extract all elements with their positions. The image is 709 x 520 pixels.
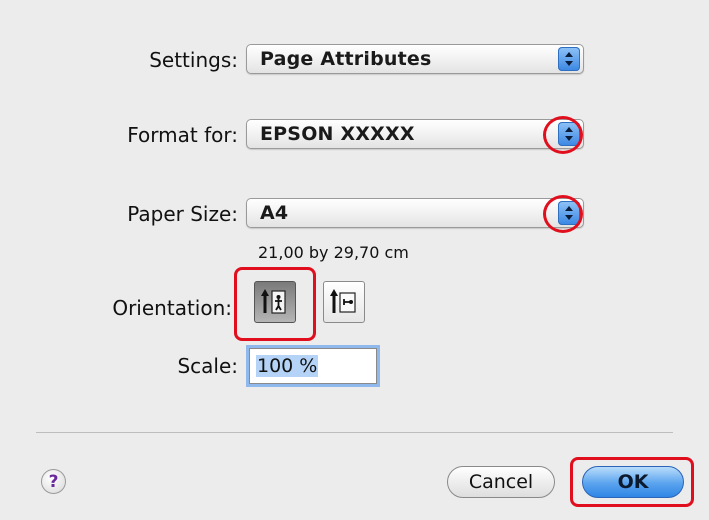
format-for-popup[interactable]: EPSON XXXXX xyxy=(246,119,584,149)
landscape-orientation-button[interactable] xyxy=(323,281,365,323)
cancel-button[interactable]: Cancel xyxy=(447,466,555,498)
settings-label: Settings: xyxy=(149,48,238,72)
format-for-label: Format for: xyxy=(127,123,238,147)
separator xyxy=(36,432,673,433)
paper-size-value: A4 xyxy=(260,202,289,224)
scale-value: 100 % xyxy=(256,355,319,377)
paper-size-highlight-marker xyxy=(543,195,583,233)
popup-arrows-icon xyxy=(558,47,580,71)
scale-input[interactable]: 100 % xyxy=(249,348,377,384)
settings-value: Page Attributes xyxy=(260,48,432,70)
format-for-highlight-marker xyxy=(543,116,583,154)
portrait-orientation-icon xyxy=(261,289,286,314)
help-icon[interactable]: ? xyxy=(41,469,66,494)
format-for-value: EPSON XXXXX xyxy=(260,123,415,145)
paper-dimensions: 21,00 by 29,70 cm xyxy=(258,243,409,262)
paper-size-label: Paper Size: xyxy=(127,202,238,226)
landscape-orientation-icon xyxy=(330,289,356,313)
settings-popup[interactable]: Page Attributes xyxy=(246,44,584,74)
paper-size-popup[interactable]: A4 xyxy=(246,198,584,228)
scale-label: Scale: xyxy=(177,354,238,378)
ok-button[interactable]: OK xyxy=(582,466,684,498)
portrait-orientation-button[interactable] xyxy=(254,281,296,323)
orientation-label: Orientation: xyxy=(112,296,232,320)
